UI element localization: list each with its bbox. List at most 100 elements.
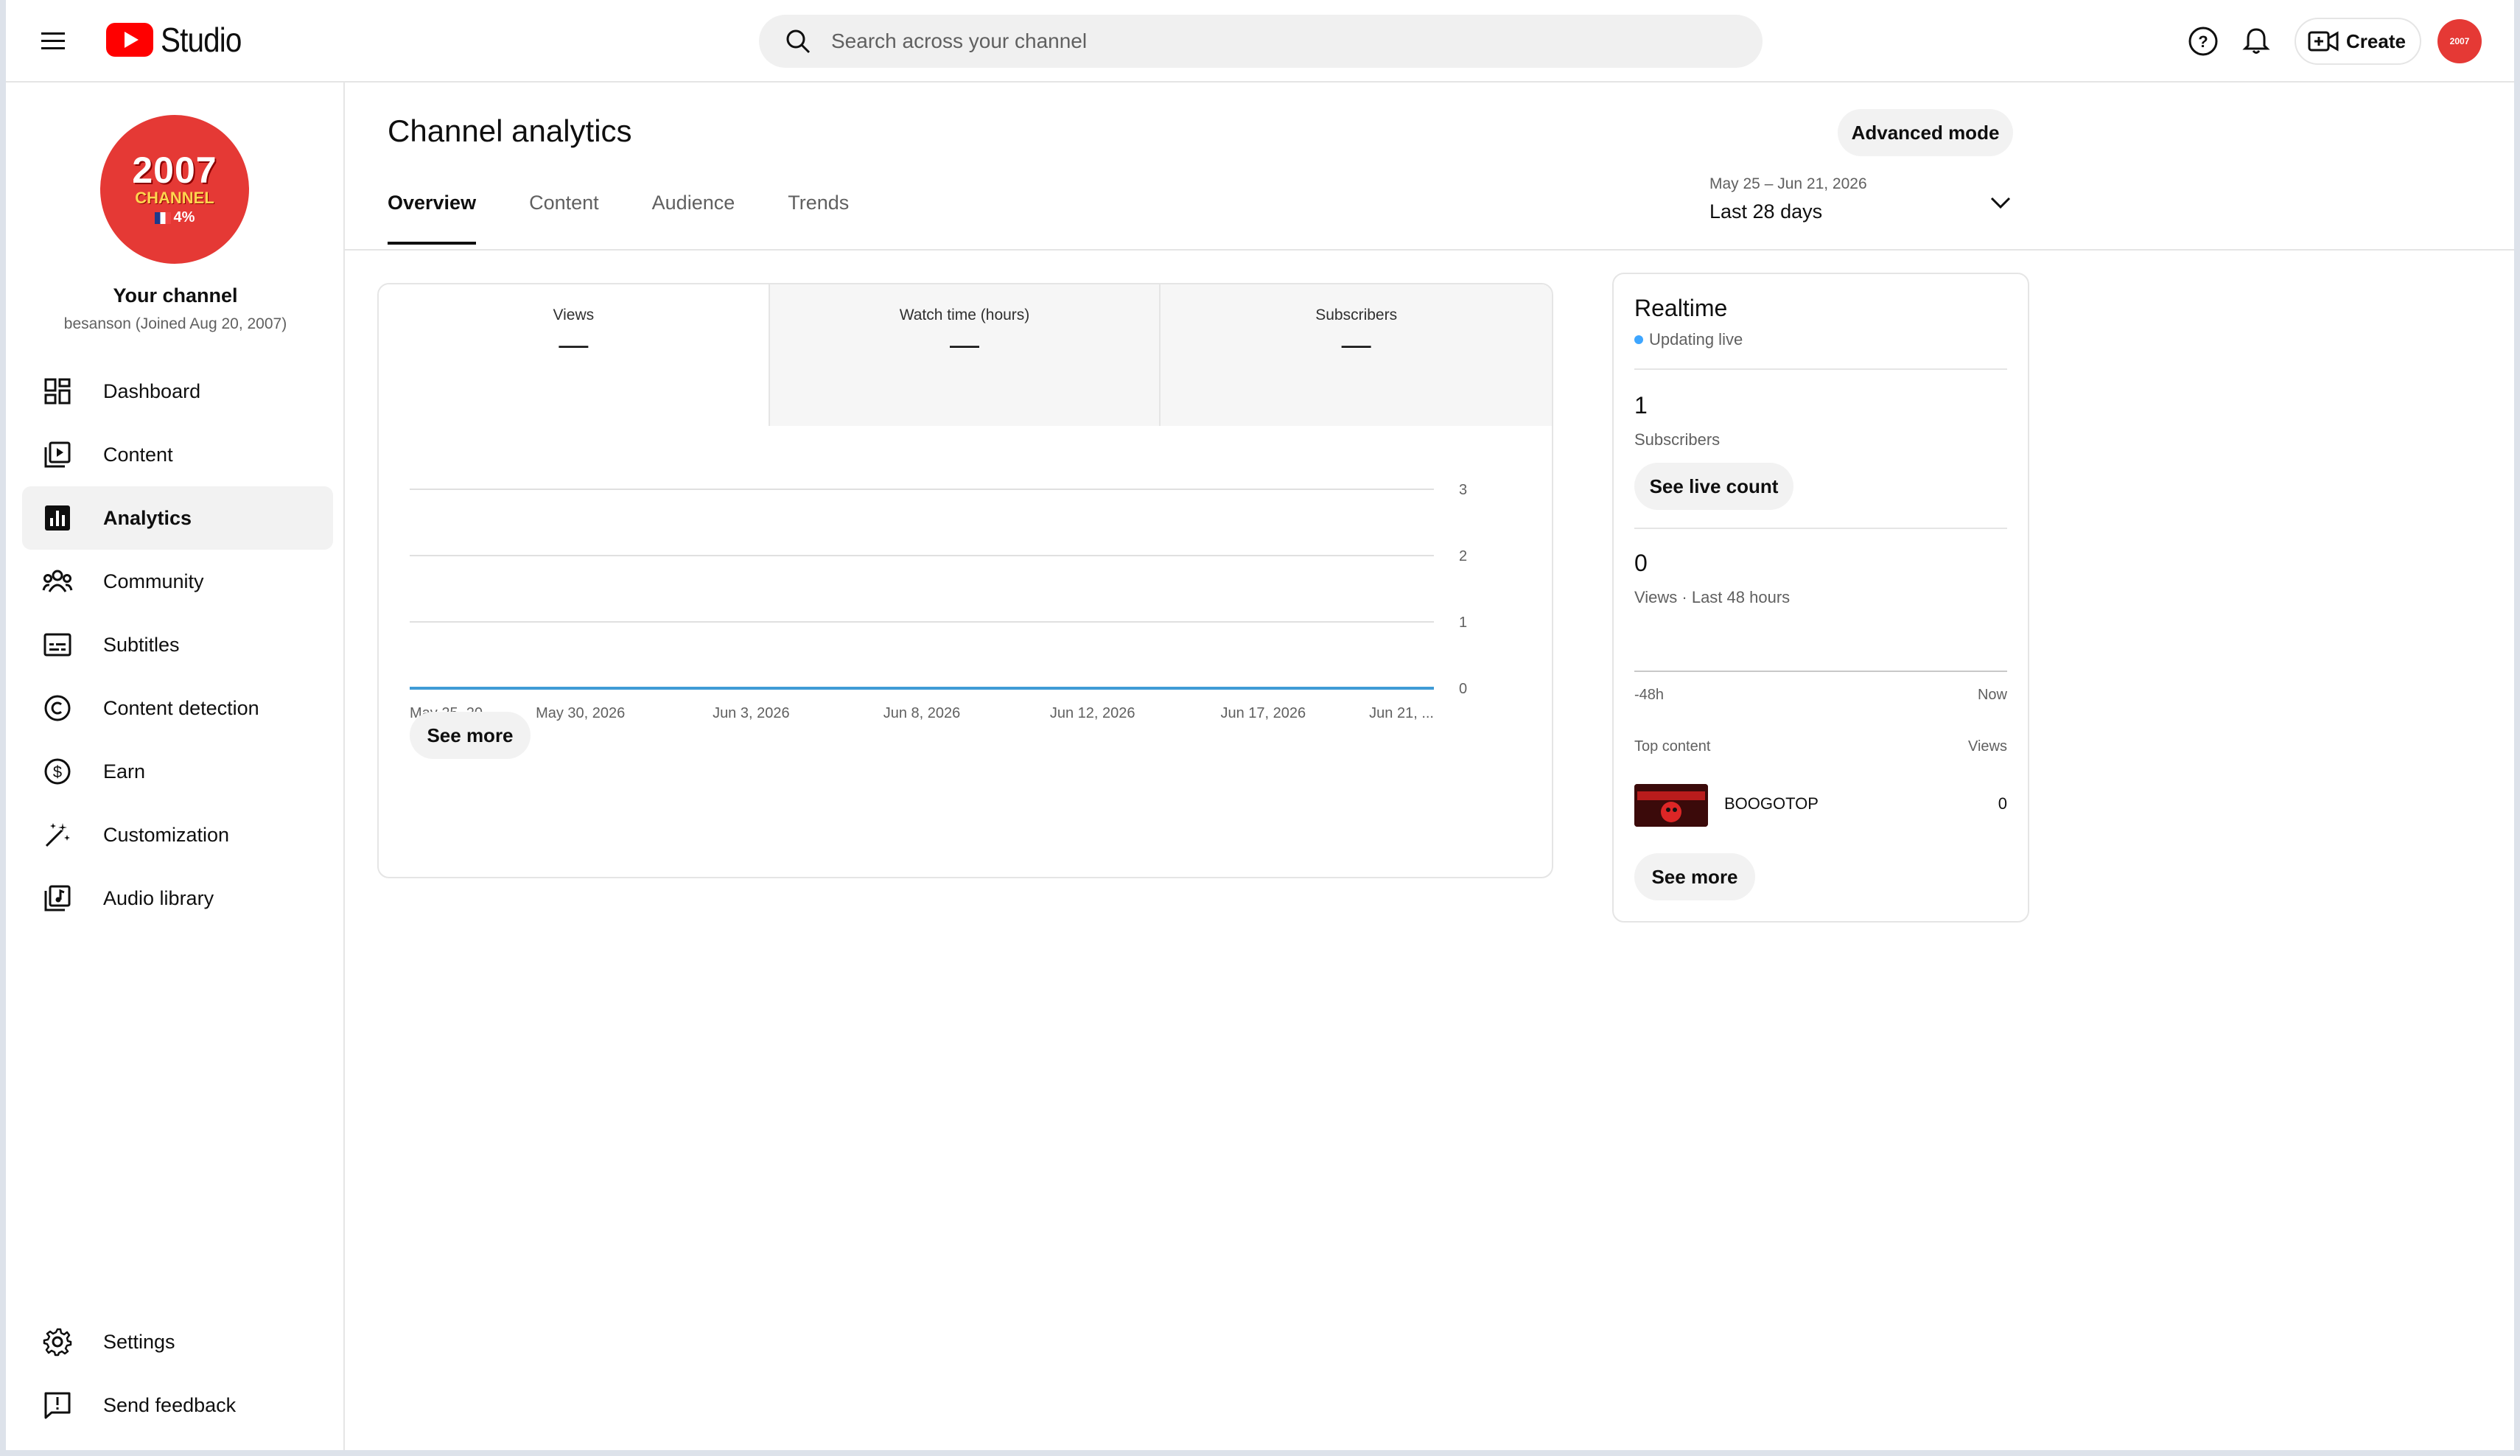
bell-icon[interactable] (2236, 21, 2277, 62)
avatar-line2: CHANNEL (135, 189, 214, 207)
account-avatar[interactable]: 2007 (2437, 19, 2482, 63)
youtube-play-icon (106, 23, 153, 57)
create-video-icon (2308, 31, 2339, 52)
avatar-line1: 2007 (132, 150, 217, 191)
date-range-label: Last 28 days (1709, 200, 1823, 223)
views-line-chart: 3210May 25, 20...May 30, 2026Jun 3, 2026… (410, 482, 1467, 721)
y-tick-label: 0 (1459, 681, 1467, 697)
sidebar-item-community[interactable]: Community (22, 550, 333, 613)
sidebar-item-content-detection[interactable]: Content detection (22, 676, 333, 740)
sidebar-item-label: Content detection (103, 696, 259, 719)
x-tick-label: May 30, 2026 (536, 705, 625, 721)
see-more-button[interactable]: See more (410, 712, 531, 759)
date-range-dates: May 25 – Jun 21, 2026 (1709, 175, 1867, 192)
sidebar-item-settings[interactable]: Settings (22, 1310, 333, 1373)
metric-value: — (1341, 329, 1371, 361)
studio-logo[interactable]: Studio (106, 19, 252, 60)
metric-subscribers[interactable]: Subscribers — (1161, 284, 1552, 426)
search-bar[interactable] (759, 15, 1763, 68)
channel-handle: besanson (Joined Aug 20, 2007) (63, 315, 287, 332)
app-name: Studio (161, 21, 242, 59)
sidebar-item-label: Send feedback (103, 1393, 237, 1416)
sidebar-item-analytics[interactable]: Analytics (22, 486, 333, 550)
sidebar-item-label: Subtitles (103, 633, 180, 656)
sidebar-item-label: Audio library (103, 886, 214, 909)
x-tick-label: Jun 12, 2026 (1050, 705, 1135, 721)
studio-app: Studio ? Create 2007 2007 CHANNEL 4% (6, 0, 2514, 1450)
tab-overview[interactable]: Overview (388, 192, 477, 245)
realtime-subscribers-value: 1 (1634, 392, 1648, 419)
menu-icon[interactable] (34, 22, 72, 60)
realtime-subscribers-label: Subscribers (1634, 430, 1721, 449)
flag-icon (154, 211, 171, 224)
metric-value: — (559, 329, 589, 361)
help-icon[interactable]: ? (2183, 21, 2224, 62)
sidebar-item-label: Settings (103, 1330, 175, 1353)
sidebar-item-label: Content (103, 443, 173, 466)
content-icon (37, 434, 78, 475)
metrics-card: Views — Watch time (hours) — Subscribers… (377, 283, 1553, 878)
sidebar: 2007 CHANNEL 4% Your channel besanson (J… (6, 83, 345, 1450)
avatar-line3: 4% (154, 208, 195, 227)
sidebar-item-audio-library[interactable]: Audio library (22, 867, 333, 930)
see-live-count-button[interactable]: See live count (1634, 463, 1793, 510)
search-icon[interactable] (778, 21, 818, 61)
audio-library-icon (37, 878, 78, 919)
y-tick-label: 3 (1459, 482, 1467, 498)
sidebar-item-label: Customization (103, 823, 230, 846)
sidebar-item-send-feedback[interactable]: Send feedback (22, 1373, 333, 1437)
live-dot-icon (1634, 335, 1643, 344)
metric-views[interactable]: Views — (379, 284, 770, 426)
gear-icon (37, 1321, 78, 1362)
metric-value: — (950, 329, 979, 361)
realtime-status: Updating live (1634, 330, 1743, 349)
date-range-picker[interactable]: May 25 – Jun 21, 2026 Last 28 days (1709, 175, 1867, 223)
metric-label: Views (553, 307, 595, 323)
top-content-header: Top content (1634, 738, 1711, 755)
x-tick-label: Jun 8, 2026 (883, 705, 961, 721)
analytics-icon (37, 497, 78, 539)
main-content: Channel analytics Advanced mode Overview… (345, 83, 2514, 1450)
sidebar-bottom-nav: Settings Send feedback (22, 1310, 333, 1437)
sidebar-item-content[interactable]: Content (22, 423, 333, 486)
feedback-icon (37, 1385, 78, 1426)
video-thumbnail[interactable] (1634, 784, 1708, 827)
advanced-mode-button[interactable]: Advanced mode (1838, 109, 2013, 156)
metric-label: Watch time (hours) (899, 307, 1030, 323)
tab-trends[interactable]: Trends (788, 192, 849, 234)
sidebar-nav: Dashboard Content Analytics Community Su… (22, 360, 333, 930)
tab-content[interactable]: Content (529, 192, 599, 234)
divider (1634, 528, 2007, 529)
metric-watch-time[interactable]: Watch time (hours) — (769, 284, 1161, 426)
x-tick-label: Jun 21, ... (1369, 705, 1434, 721)
realtime-title: Realtime (1634, 295, 1728, 321)
x-tick-label: Jun 3, 2026 (713, 705, 790, 721)
chevron-down-icon[interactable] (1982, 184, 2019, 221)
top-content-title[interactable]: BOOGOTOP (1724, 794, 1819, 813)
sidebar-item-subtitles[interactable]: Subtitles (22, 613, 333, 676)
create-button[interactable]: Create (2295, 18, 2421, 65)
sidebar-item-customization[interactable]: Customization (22, 803, 333, 867)
copyright-icon (37, 687, 78, 729)
channel-avatar[interactable]: 2007 CHANNEL 4% (100, 115, 249, 264)
channel-name[interactable]: Your channel (6, 284, 345, 307)
metric-tabs: Views — Watch time (hours) — Subscribers… (379, 284, 1552, 426)
sidebar-item-label: Dashboard (103, 379, 201, 402)
sidebar-item-label: Analytics (103, 506, 192, 529)
dollar-icon: $ (37, 751, 78, 792)
top-content-views: 0 (1998, 794, 2007, 813)
search-input[interactable] (831, 29, 1642, 53)
tab-audience[interactable]: Audience (652, 192, 735, 234)
sidebar-item-dashboard[interactable]: Dashboard (22, 360, 333, 423)
realtime-axis-end: Now (1977, 687, 2007, 703)
sidebar-item-label: Earn (103, 760, 146, 783)
metric-label: Subscribers (1315, 307, 1398, 323)
realtime-chart-baseline (1634, 671, 2007, 672)
svg-text:$: $ (53, 763, 62, 781)
sidebar-item-earn[interactable]: $ Earn (22, 740, 333, 803)
subtitles-icon (37, 624, 78, 665)
create-label: Create (2346, 29, 2406, 52)
dashboard-icon (37, 371, 78, 412)
y-tick-label: 1 (1459, 615, 1467, 631)
realtime-see-more-button[interactable]: See more (1634, 853, 1755, 900)
